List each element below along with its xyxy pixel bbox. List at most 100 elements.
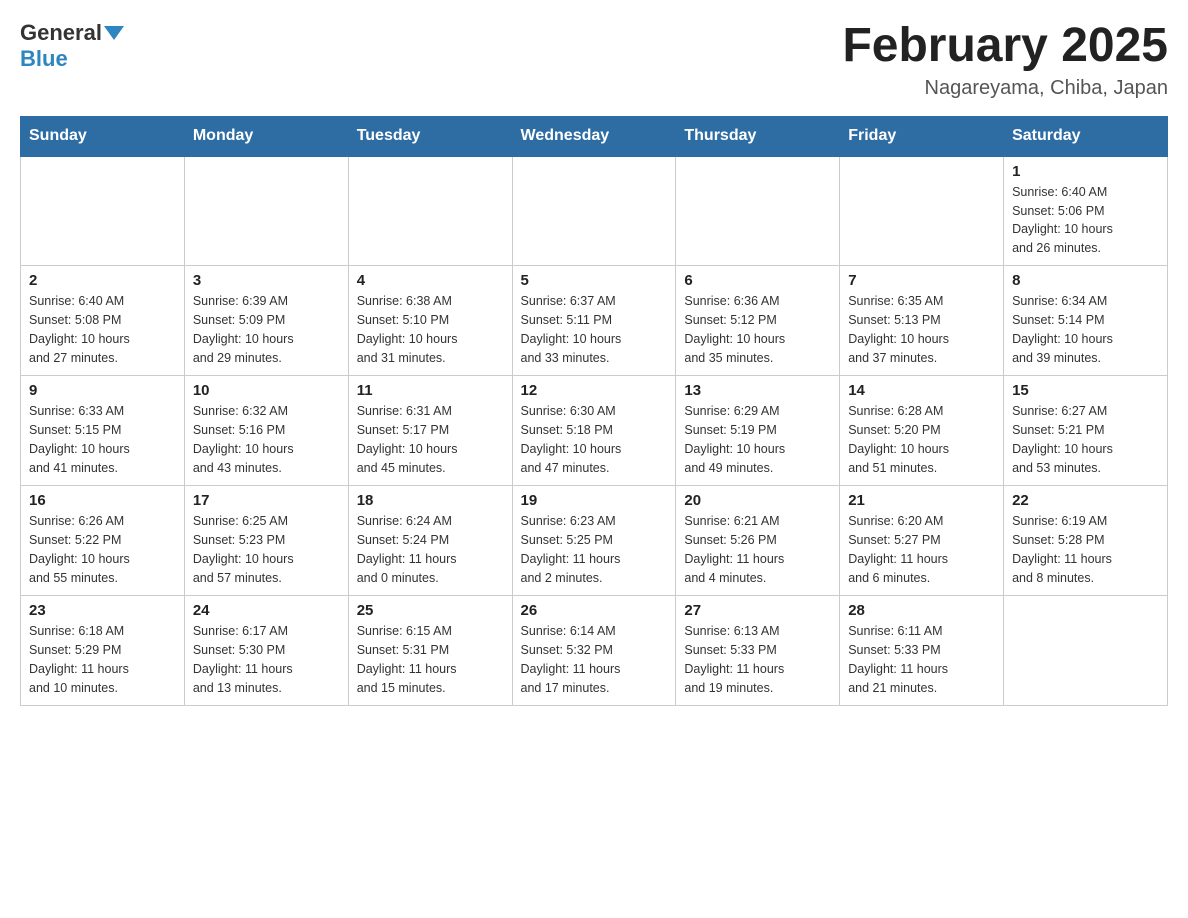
day-cell: [1004, 596, 1168, 706]
day-info: Sunrise: 6:19 AM Sunset: 5:28 PM Dayligh…: [1012, 512, 1159, 587]
calendar-subtitle: Nagareyama, Chiba, Japan: [842, 77, 1168, 100]
day-info: Sunrise: 6:15 AM Sunset: 5:31 PM Dayligh…: [357, 622, 504, 697]
title-section: February 2025 Nagareyama, Chiba, Japan: [842, 20, 1168, 100]
day-cell: 4 Sunrise: 6:38 AM Sunset: 5:10 PM Daylig…: [348, 266, 512, 376]
header-friday: Friday: [840, 116, 1004, 156]
day-info: Sunrise: 6:28 AM Sunset: 5:20 PM Dayligh…: [848, 402, 995, 477]
day-cell: [348, 156, 512, 266]
day-info: Sunrise: 6:26 AM Sunset: 5:22 PM Dayligh…: [29, 512, 176, 587]
day-number: 28: [848, 602, 995, 619]
day-cell: 1 Sunrise: 6:40 AM Sunset: 5:06 PM Daylig…: [1004, 156, 1168, 266]
day-cell: 24 Sunrise: 6:17 AM Sunset: 5:30 PM Dayli…: [184, 596, 348, 706]
day-info: Sunrise: 6:36 AM Sunset: 5:12 PM Dayligh…: [684, 292, 831, 367]
day-cell: 3Sunrise: 6:39 AM Sunset: 5:09 PM Daylig…: [184, 266, 348, 376]
day-info: Sunrise: 6:21 AM Sunset: 5:26 PM Dayligh…: [684, 512, 831, 587]
day-number: 18: [357, 492, 504, 509]
header-tuesday: Tuesday: [348, 116, 512, 156]
page-header: General Blue February 2025 Nagareyama, C…: [20, 20, 1168, 100]
day-cell: [676, 156, 840, 266]
day-cell: 16 Sunrise: 6:26 AM Sunset: 5:22 PM Dayli…: [21, 486, 185, 596]
day-number: 23: [29, 602, 176, 619]
day-info: Sunrise: 6:37 AM Sunset: 5:11 PM Dayligh…: [521, 292, 668, 367]
day-cell: 18 Sunrise: 6:24 AM Sunset: 5:24 PM Dayli…: [348, 486, 512, 596]
day-cell: 9 Sunrise: 6:33 AM Sunset: 5:15 PM Daylig…: [21, 376, 185, 486]
day-info: Sunrise: 6:40 AM Sunset: 5:06 PM Dayligh…: [1012, 183, 1159, 258]
day-info: Sunrise: 6:33 AM Sunset: 5:15 PM Dayligh…: [29, 402, 176, 477]
day-number: 8: [1012, 272, 1159, 289]
day-info: Sunrise: 6:30 AM Sunset: 5:18 PM Dayligh…: [521, 402, 668, 477]
day-number: 2: [29, 272, 176, 289]
day-number: 20: [684, 492, 831, 509]
day-number: 16: [29, 492, 176, 509]
day-number: 11: [357, 382, 504, 399]
day-cell: 7Sunrise: 6:35 AM Sunset: 5:13 PM Daylig…: [840, 266, 1004, 376]
day-cell: 14 Sunrise: 6:28 AM Sunset: 5:20 PM Dayli…: [840, 376, 1004, 486]
day-cell: 8 Sunrise: 6:34 AM Sunset: 5:14 PM Daylig…: [1004, 266, 1168, 376]
header-thursday: Thursday: [676, 116, 840, 156]
day-info: Sunrise: 6:35 AM Sunset: 5:13 PM Dayligh…: [848, 292, 995, 367]
day-number: 4: [357, 272, 504, 289]
logo-general-text: General: [20, 20, 102, 46]
calendar-title: February 2025: [842, 20, 1168, 73]
day-info: Sunrise: 6:24 AM Sunset: 5:24 PM Dayligh…: [357, 512, 504, 587]
day-cell: 19Sunrise: 6:23 AM Sunset: 5:25 PM Dayli…: [512, 486, 676, 596]
calendar-body: 1 Sunrise: 6:40 AM Sunset: 5:06 PM Daylig…: [21, 156, 1168, 706]
day-info: Sunrise: 6:20 AM Sunset: 5:27 PM Dayligh…: [848, 512, 995, 587]
header-monday: Monday: [184, 116, 348, 156]
day-cell: 17 Sunrise: 6:25 AM Sunset: 5:23 PM Dayli…: [184, 486, 348, 596]
day-number: 14: [848, 382, 995, 399]
week-row-4: 16 Sunrise: 6:26 AM Sunset: 5:22 PM Dayli…: [21, 486, 1168, 596]
day-cell: 23 Sunrise: 6:18 AM Sunset: 5:29 PM Dayli…: [21, 596, 185, 706]
day-cell: 12 Sunrise: 6:30 AM Sunset: 5:18 PM Dayli…: [512, 376, 676, 486]
week-row-5: 23 Sunrise: 6:18 AM Sunset: 5:29 PM Dayli…: [21, 596, 1168, 706]
day-info: Sunrise: 6:25 AM Sunset: 5:23 PM Dayligh…: [193, 512, 340, 587]
day-cell: [184, 156, 348, 266]
day-cell: 10 Sunrise: 6:32 AM Sunset: 5:16 PM Dayli…: [184, 376, 348, 486]
day-cell: 22 Sunrise: 6:19 AM Sunset: 5:28 PM Dayli…: [1004, 486, 1168, 596]
day-info: Sunrise: 6:29 AM Sunset: 5:19 PM Dayligh…: [684, 402, 831, 477]
day-cell: 2 Sunrise: 6:40 AM Sunset: 5:08 PM Daylig…: [21, 266, 185, 376]
day-number: 17: [193, 492, 340, 509]
day-info: Sunrise: 6:18 AM Sunset: 5:29 PM Dayligh…: [29, 622, 176, 697]
day-number: 3: [193, 272, 340, 289]
day-number: 25: [357, 602, 504, 619]
day-cell: 28 Sunrise: 6:11 AM Sunset: 5:33 PM Dayli…: [840, 596, 1004, 706]
day-number: 27: [684, 602, 831, 619]
day-cell: 25 Sunrise: 6:15 AM Sunset: 5:31 PM Dayli…: [348, 596, 512, 706]
day-info: Sunrise: 6:27 AM Sunset: 5:21 PM Dayligh…: [1012, 402, 1159, 477]
day-cell: [512, 156, 676, 266]
day-number: 12: [521, 382, 668, 399]
day-number: 15: [1012, 382, 1159, 399]
day-cell: 20 Sunrise: 6:21 AM Sunset: 5:26 PM Dayli…: [676, 486, 840, 596]
day-cell: 11Sunrise: 6:31 AM Sunset: 5:17 PM Dayli…: [348, 376, 512, 486]
day-info: Sunrise: 6:17 AM Sunset: 5:30 PM Dayligh…: [193, 622, 340, 697]
day-number: 24: [193, 602, 340, 619]
day-cell: [21, 156, 185, 266]
logo-triangle-icon: [104, 26, 124, 40]
day-cell: 6 Sunrise: 6:36 AM Sunset: 5:12 PM Daylig…: [676, 266, 840, 376]
day-info: Sunrise: 6:40 AM Sunset: 5:08 PM Dayligh…: [29, 292, 176, 367]
week-row-1: 1 Sunrise: 6:40 AM Sunset: 5:06 PM Daylig…: [21, 156, 1168, 266]
header-saturday: Saturday: [1004, 116, 1168, 156]
day-info: Sunrise: 6:34 AM Sunset: 5:14 PM Dayligh…: [1012, 292, 1159, 367]
day-info: Sunrise: 6:32 AM Sunset: 5:16 PM Dayligh…: [193, 402, 340, 477]
day-number: 9: [29, 382, 176, 399]
header-wednesday: Wednesday: [512, 116, 676, 156]
day-number: 13: [684, 382, 831, 399]
week-row-3: 9 Sunrise: 6:33 AM Sunset: 5:15 PM Daylig…: [21, 376, 1168, 486]
day-info: Sunrise: 6:23 AM Sunset: 5:25 PM Dayligh…: [521, 512, 668, 587]
day-number: 10: [193, 382, 340, 399]
day-info: Sunrise: 6:11 AM Sunset: 5:33 PM Dayligh…: [848, 622, 995, 697]
day-info: Sunrise: 6:38 AM Sunset: 5:10 PM Dayligh…: [357, 292, 504, 367]
day-cell: 21Sunrise: 6:20 AM Sunset: 5:27 PM Dayli…: [840, 486, 1004, 596]
day-cell: 15 Sunrise: 6:27 AM Sunset: 5:21 PM Dayli…: [1004, 376, 1168, 486]
day-number: 6: [684, 272, 831, 289]
day-number: 1: [1012, 163, 1159, 180]
day-number: 22: [1012, 492, 1159, 509]
day-cell: 5Sunrise: 6:37 AM Sunset: 5:11 PM Daylig…: [512, 266, 676, 376]
header-sunday: Sunday: [21, 116, 185, 156]
day-cell: [840, 156, 1004, 266]
logo-blue-text: Blue: [20, 46, 68, 71]
calendar-header-row: SundayMondayTuesdayWednesdayThursdayFrid…: [21, 116, 1168, 156]
calendar-table: SundayMondayTuesdayWednesdayThursdayFrid…: [20, 116, 1168, 707]
